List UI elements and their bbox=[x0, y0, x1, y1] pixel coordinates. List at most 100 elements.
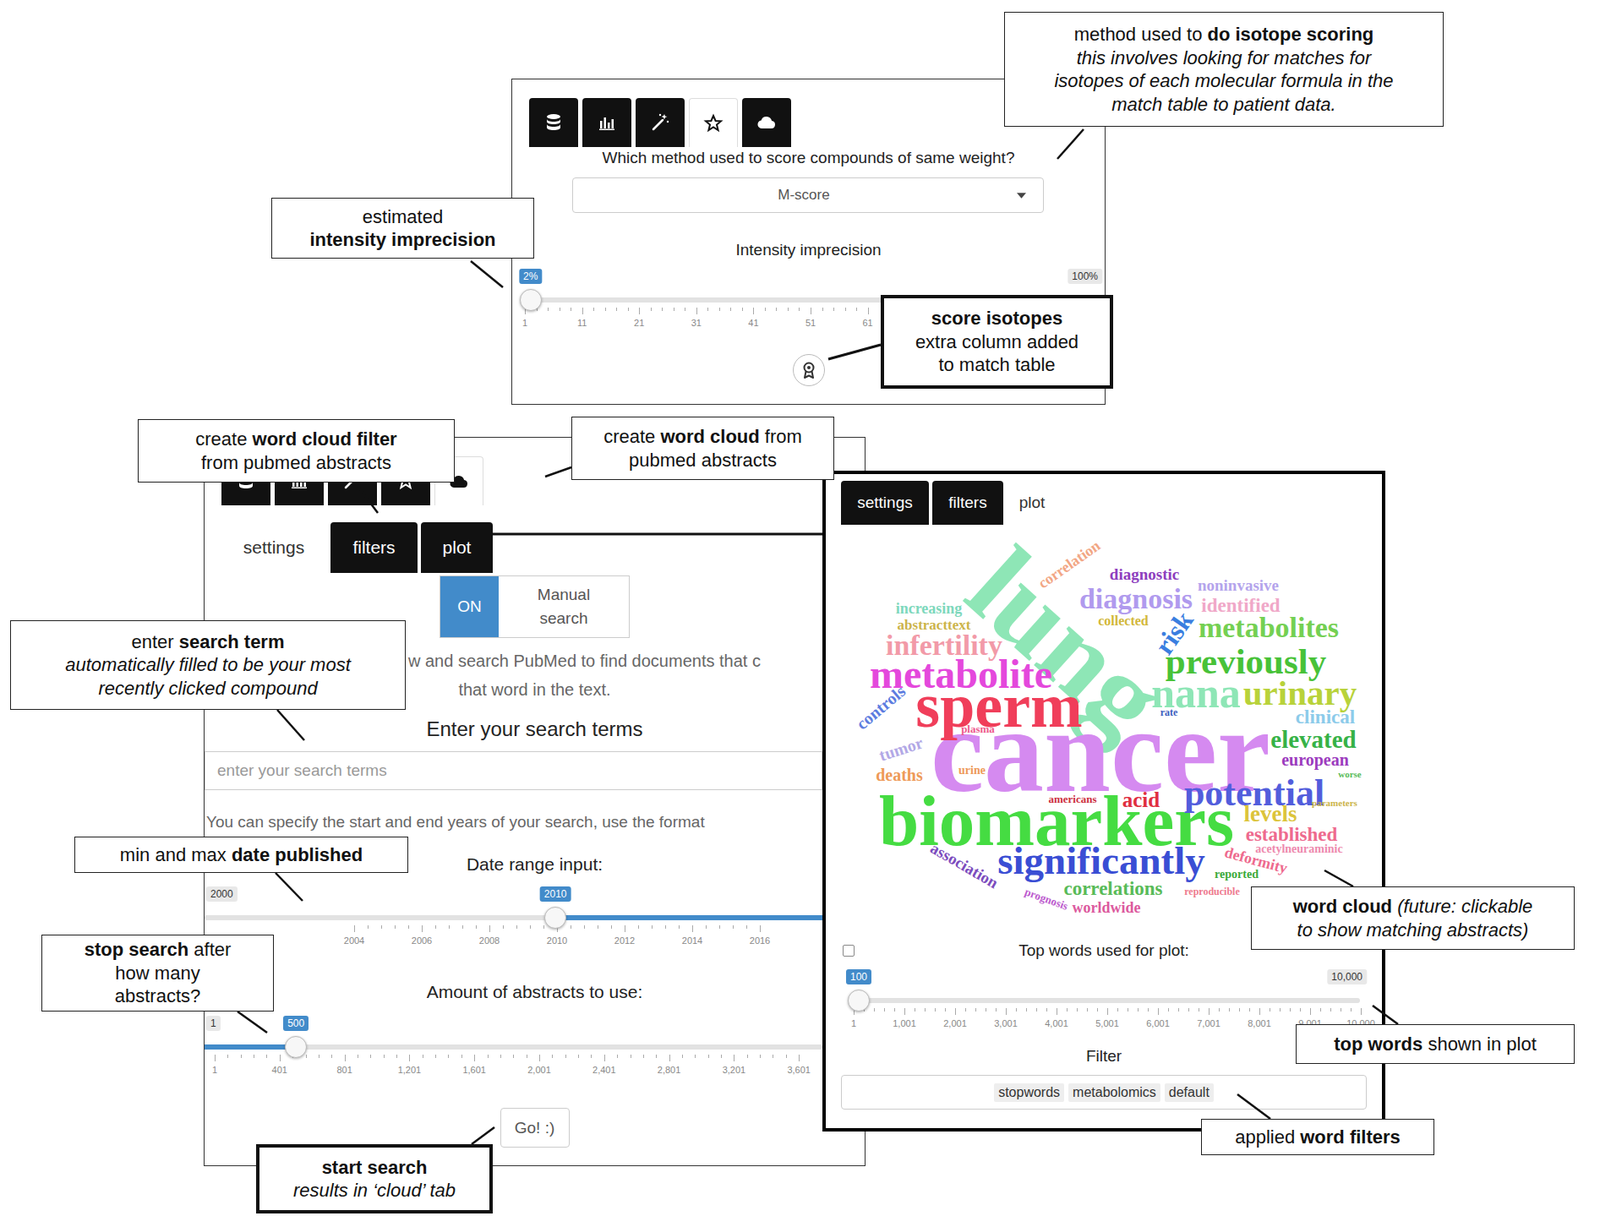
tick-mark bbox=[1320, 1008, 1322, 1012]
cloud-word[interactable]: prognosis bbox=[1023, 886, 1070, 912]
filter-tag[interactable]: metabolomics bbox=[1068, 1083, 1161, 1103]
cloud-word[interactable]: metabolites bbox=[1198, 615, 1339, 642]
leader-line bbox=[1057, 129, 1084, 159]
tick-mark bbox=[914, 1008, 916, 1012]
cloud-word[interactable]: rate bbox=[1160, 708, 1179, 718]
search-input[interactable] bbox=[204, 751, 823, 791]
cloud-word[interactable]: increasing bbox=[895, 601, 963, 616]
tick-mark bbox=[1198, 1008, 1200, 1012]
tick-mark bbox=[924, 1008, 926, 1012]
cloud-word[interactable]: nana bbox=[1151, 674, 1241, 713]
tick-mark bbox=[985, 1008, 987, 1012]
tick-mark bbox=[214, 1054, 216, 1062]
cloud-word[interactable]: acid bbox=[1122, 791, 1160, 811]
cloud-word[interactable]: reproducible bbox=[1184, 887, 1240, 897]
slider-handle[interactable] bbox=[544, 906, 567, 929]
cloud-word[interactable]: tumor bbox=[877, 734, 925, 764]
cloud-word[interactable]: levels bbox=[1244, 803, 1298, 825]
cloud-word[interactable]: abstracttext bbox=[897, 618, 972, 632]
leader-line bbox=[471, 1127, 495, 1145]
cloud-word[interactable]: established bbox=[1245, 826, 1338, 845]
cloud-word[interactable]: urine bbox=[958, 765, 986, 777]
tick-label: 11 bbox=[577, 317, 587, 328]
cloud-word[interactable]: infertility bbox=[885, 633, 1003, 660]
tick-mark bbox=[357, 1054, 359, 1059]
tick-mark bbox=[435, 1054, 437, 1059]
tick-mark bbox=[1117, 1008, 1119, 1012]
tick-label: 1,601 bbox=[462, 1064, 487, 1076]
go-button[interactable]: Go! :) bbox=[500, 1108, 570, 1148]
word-cloud[interactable]: lungcancerbiomarkersspermmetabolitesigni… bbox=[825, 533, 1382, 941]
tick-label: 5,001 bbox=[1095, 1018, 1120, 1029]
tick-mark bbox=[570, 307, 572, 312]
cloud-word[interactable]: noninvasive bbox=[1197, 578, 1279, 593]
slider-handle[interactable] bbox=[519, 289, 542, 312]
database-tab[interactable] bbox=[529, 98, 579, 148]
slider[interactable]: 1 500 1 401 801 1,201 1,601 2,001 2,401 … bbox=[204, 1015, 823, 1081]
tick-label: 8,001 bbox=[1247, 1018, 1272, 1029]
slider-handle[interactable] bbox=[284, 1036, 307, 1059]
wand-tab[interactable] bbox=[635, 98, 685, 148]
slider-fill bbox=[204, 1044, 296, 1050]
sub-tab[interactable]: plot bbox=[420, 522, 493, 574]
tick-mark bbox=[894, 1008, 896, 1012]
tick-mark bbox=[616, 307, 618, 312]
slider[interactable]: 2000 2010 2004 2006 2008 2010 2012 2014 … bbox=[204, 886, 823, 951]
tick-mark bbox=[772, 1054, 774, 1059]
checkbox[interactable] bbox=[842, 944, 855, 957]
slider-handle[interactable] bbox=[847, 989, 870, 1012]
filter-tag[interactable]: stopwords bbox=[993, 1083, 1065, 1103]
tick-mark bbox=[1178, 1008, 1180, 1012]
cloud-word[interactable]: european bbox=[1281, 752, 1349, 768]
cloud-word[interactable]: reported bbox=[1214, 869, 1259, 881]
cloud-word[interactable]: clinical bbox=[1295, 709, 1355, 727]
tick-mark bbox=[1218, 1008, 1220, 1012]
tick-mark bbox=[810, 307, 812, 315]
cloud-word[interactable]: significantly bbox=[997, 842, 1205, 879]
filter-input[interactable]: stopwordsmetabolomicsdefault bbox=[840, 1075, 1367, 1110]
tick-label: 41 bbox=[748, 317, 759, 328]
sub-tab[interactable]: settings bbox=[840, 480, 929, 525]
tick-mark bbox=[965, 1008, 967, 1012]
cloud-word[interactable]: worldwide bbox=[1072, 901, 1142, 915]
cloud-word[interactable]: americans bbox=[1048, 794, 1097, 805]
tick-label: 801 bbox=[336, 1064, 352, 1076]
leader-line bbox=[1237, 1094, 1271, 1120]
chart-tab[interactable] bbox=[582, 98, 632, 148]
sub-tab[interactable]: plot bbox=[1006, 480, 1058, 525]
cloud-word[interactable]: parameters bbox=[1311, 799, 1358, 809]
tick-mark bbox=[661, 307, 663, 312]
cloud-word[interactable]: identified bbox=[1201, 597, 1280, 616]
cloud-word[interactable]: collected bbox=[1097, 615, 1149, 628]
cloud-word[interactable]: elevated bbox=[1270, 728, 1356, 751]
tick-mark bbox=[1299, 1008, 1301, 1012]
tick-mark bbox=[944, 1008, 946, 1012]
search-mode-toggle[interactable]: ON Manual search bbox=[439, 575, 630, 639]
tick-label: 2012 bbox=[614, 935, 635, 946]
tick-mark bbox=[1249, 1008, 1251, 1012]
tick-mark bbox=[1147, 1008, 1149, 1012]
tick-label: 3,001 bbox=[993, 1018, 1018, 1029]
tick-mark bbox=[732, 925, 734, 929]
tick-mark bbox=[845, 307, 847, 312]
score-isotopes-button[interactable] bbox=[792, 354, 825, 387]
cloud-word[interactable]: correlations bbox=[1063, 880, 1163, 899]
filter-tag[interactable]: default bbox=[1164, 1083, 1214, 1103]
sub-tab[interactable]: filters bbox=[330, 522, 418, 574]
cloud-tab[interactable] bbox=[742, 98, 792, 148]
tick-mark bbox=[759, 925, 761, 933]
callout: start searchresults in ‘cloud’ tab bbox=[256, 1144, 493, 1214]
cloud-word[interactable]: diagnostic bbox=[1109, 567, 1180, 582]
cloud-word[interactable]: urinary bbox=[1243, 677, 1357, 710]
sub-tab-bar: settingsfiltersplot bbox=[825, 480, 1382, 525]
tick-mark bbox=[650, 307, 652, 312]
sub-tab[interactable]: filters bbox=[932, 480, 1004, 525]
cloud-word[interactable]: acetylneuraminic bbox=[1255, 844, 1343, 856]
sub-tab[interactable]: settings bbox=[220, 522, 328, 574]
star-tab[interactable] bbox=[688, 98, 738, 148]
method-dropdown[interactable]: M-score bbox=[572, 177, 1044, 213]
cloud-word[interactable]: plasma bbox=[961, 724, 995, 735]
cloud-word[interactable]: worse bbox=[1337, 770, 1362, 780]
leader-line bbox=[1372, 1005, 1398, 1025]
cloud-word[interactable]: deaths bbox=[875, 767, 923, 783]
